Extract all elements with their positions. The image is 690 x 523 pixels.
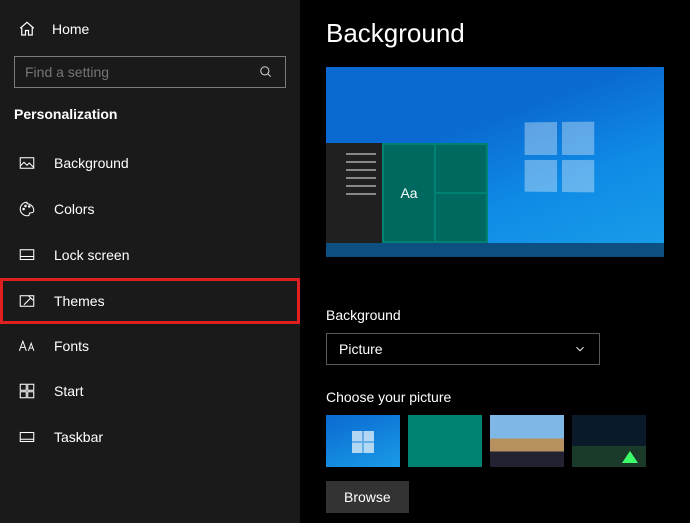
search-input[interactable] [25,64,250,80]
sidebar-item-taskbar[interactable]: Taskbar [0,414,300,460]
preview-tile: Aa [384,145,434,241]
sidebar-item-fonts[interactable]: Fonts [0,324,300,368]
sidebar-item-themes[interactable]: Themes [0,278,300,324]
sidebar-item-label: Colors [54,201,94,217]
sidebar-item-label: Lock screen [54,247,129,263]
windows-logo-icon [525,122,595,193]
section-title: Personalization [0,102,300,140]
sidebar-item-label: Start [54,383,84,399]
taskbar-preview [326,243,664,257]
sidebar-item-colors[interactable]: Colors [0,186,300,232]
background-type-dropdown[interactable]: Picture [326,333,600,365]
chevron-down-icon [573,342,587,356]
home-link[interactable]: Home [0,14,300,50]
main-panel: Background Aa Background Picture Choose … [300,0,690,523]
sidebar-item-start[interactable]: Start [0,368,300,414]
search-icon [259,65,275,79]
search-box[interactable] [14,56,286,88]
picture-thumb-3[interactable] [490,415,564,467]
taskbar-icon [18,428,36,446]
home-label: Home [52,21,89,37]
lockscreen-icon [18,246,36,264]
picture-thumb-4[interactable] [572,415,646,467]
page-title: Background [326,18,664,49]
sidebar-item-background[interactable]: Background [0,140,300,186]
dropdown-value: Picture [339,341,383,357]
choose-picture-label: Choose your picture [326,389,664,405]
sidebar-item-label: Fonts [54,338,89,354]
palette-icon [18,200,36,218]
themes-icon [18,292,36,310]
home-icon [18,20,36,38]
fonts-icon [18,338,36,354]
picture-icon [18,154,36,172]
start-icon [18,382,36,400]
picture-thumb-2[interactable] [408,415,482,467]
settings-sidebar: Home Personalization Background Colors L… [0,0,300,523]
desktop-preview: Aa [326,67,664,257]
picture-thumbnails [326,415,664,467]
sidebar-item-lockscreen[interactable]: Lock screen [0,232,300,278]
picture-thumb-1[interactable] [326,415,400,467]
sidebar-item-label: Taskbar [54,429,103,445]
sidebar-item-label: Background [54,155,129,171]
start-menu-preview: Aa [326,143,488,243]
background-type-label: Background [326,307,664,323]
browse-button[interactable]: Browse [326,481,409,513]
sidebar-item-label: Themes [54,293,105,309]
